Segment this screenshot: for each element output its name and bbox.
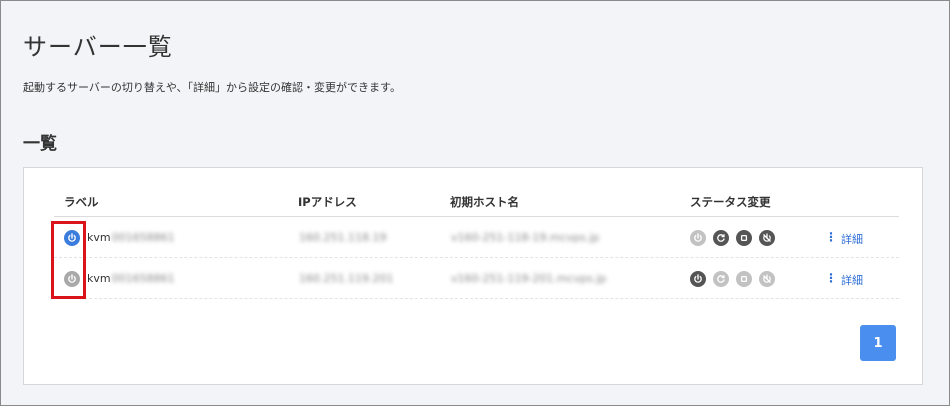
power-icon: [693, 233, 703, 243]
power-button[interactable]: [690, 230, 706, 246]
server-list-panel: ラベル IPアドレス 初期ホスト名 ステータス変更 kvm001658861 1…: [23, 167, 923, 385]
highlight-box: [51, 221, 86, 299]
server-label: kvm001658861: [87, 272, 175, 285]
force-stop-icon: [762, 274, 772, 284]
stop-button[interactable]: [736, 271, 752, 287]
server-ip: 160.251.118.19: [299, 231, 387, 244]
server-host: v160-251-118-19.mcvps.jp: [451, 231, 600, 244]
server-table: ラベル IPアドレス 初期ホスト名 ステータス変更 kvm001658861 1…: [54, 168, 899, 299]
server-host: v160-251-119-201.mcvps.jp: [451, 272, 607, 285]
stop-icon: [739, 274, 749, 284]
detail-link[interactable]: 詳細: [841, 231, 863, 247]
header-ip: IPアドレス: [298, 195, 357, 209]
stop-button[interactable]: [736, 230, 752, 246]
more-vert-icon[interactable]: ⋮: [825, 271, 837, 285]
page-title: サーバー一覧: [23, 33, 173, 61]
force-stop-icon: [762, 233, 772, 243]
table-header: ラベル IPアドレス 初期ホスト名 ステータス変更: [54, 168, 899, 217]
header-label: ラベル: [64, 195, 99, 209]
more-vert-icon[interactable]: ⋮: [825, 230, 837, 244]
section-title: 一覧: [23, 134, 57, 154]
table-row: kvm001658861 160.251.118.19 v160-251-118…: [54, 217, 899, 258]
stop-icon: [739, 233, 749, 243]
force-stop-button[interactable]: [759, 271, 775, 287]
pagination-page-button[interactable]: 1: [860, 325, 896, 361]
detail-link[interactable]: 詳細: [841, 272, 863, 288]
restart-button[interactable]: [713, 230, 729, 246]
force-stop-button[interactable]: [759, 230, 775, 246]
status-buttons: [690, 271, 775, 287]
restart-icon: [716, 274, 726, 284]
server-label: kvm001658861: [87, 231, 175, 244]
server-ip: 160.251.119.201: [299, 272, 394, 285]
restart-button[interactable]: [713, 271, 729, 287]
power-icon: [693, 274, 703, 284]
table-row: kvm001658861 160.251.119.201 v160-251-11…: [54, 258, 899, 299]
status-buttons: [690, 230, 775, 246]
power-button[interactable]: [690, 271, 706, 287]
header-host: 初期ホスト名: [450, 195, 519, 209]
header-status: ステータス変更: [690, 195, 771, 209]
page-description: 起動するサーバーの切り替えや、「詳細」から設定の確認・変更ができます。: [23, 81, 401, 94]
restart-icon: [716, 233, 726, 243]
